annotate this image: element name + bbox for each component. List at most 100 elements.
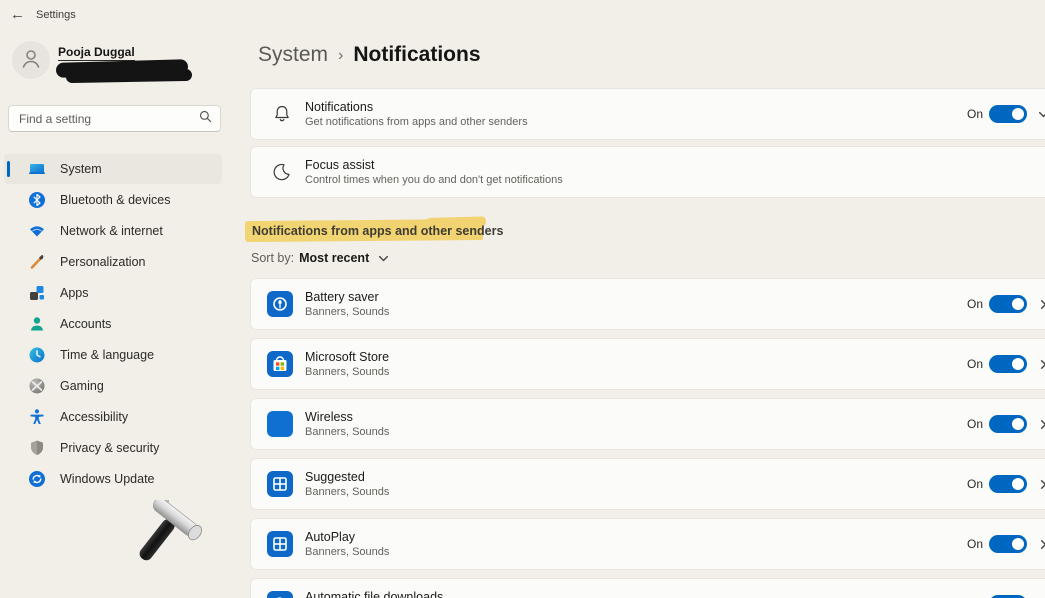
redaction-scribble (56, 59, 192, 84)
setting-subtitle: Control times when you do and don't get … (305, 174, 563, 186)
toggle-state-label: On (960, 107, 983, 121)
app-notification-modes: Banners, Sounds (305, 546, 389, 558)
toggle-switch[interactable] (989, 105, 1027, 123)
accessibility-person-icon (28, 408, 46, 426)
app-name: Wireless (305, 410, 389, 424)
sidebar-item-personalization[interactable]: Personalization (4, 247, 222, 277)
app-name: Automatic file downloads (305, 590, 443, 598)
wifi-icon (28, 222, 46, 240)
sidebar-item-windows-update[interactable]: Windows Update (4, 464, 222, 494)
app-notification-modes: Banners, Sounds (305, 306, 389, 318)
toggle-state-label: On (960, 297, 983, 311)
gamepad-icon (28, 377, 46, 395)
chevron-down-icon[interactable] (377, 252, 390, 265)
focus-assist-setting-row[interactable]: Focus assist Control times when you do a… (250, 146, 1045, 198)
sidebar-item-time-language[interactable]: Time & language (4, 340, 222, 370)
chevron-right-icon[interactable] (1036, 538, 1045, 551)
avatar[interactable] (12, 41, 50, 79)
sort-label: Sort by: (251, 251, 294, 265)
app-name: AutoPlay (305, 530, 389, 544)
cloud-download-app-icon (267, 591, 293, 598)
person-outline-icon (19, 46, 43, 75)
bluetooth-icon (28, 191, 46, 209)
sidebar-item-accounts[interactable]: Accounts (4, 309, 222, 339)
chevron-right-icon[interactable] (1036, 418, 1045, 431)
sidebar-item-label: Personalization (60, 255, 145, 269)
sort-by-dropdown[interactable]: Sort by: Most recent (251, 251, 390, 265)
sidebar-item-gaming[interactable]: Gaming (4, 371, 222, 401)
sidebar-item-label: Privacy & security (60, 441, 159, 455)
sidebar-item-apps[interactable]: Apps (4, 278, 222, 308)
apps-grid-icon (28, 284, 46, 302)
toggle-switch[interactable] (989, 535, 1027, 553)
sidebar-item-accessibility[interactable]: Accessibility (4, 402, 222, 432)
store-app-icon (267, 351, 293, 377)
laptop-icon (28, 160, 46, 178)
sidebar-item-label: Network & internet (60, 224, 163, 238)
chevron-right-icon[interactable] (1036, 358, 1045, 371)
moon-icon (271, 162, 293, 182)
chevron-right-icon[interactable] (1036, 478, 1045, 491)
search-box[interactable] (8, 105, 221, 132)
app-notification-row-suggested[interactable]: Suggested Banners, Sounds On (250, 458, 1045, 510)
person-icon (28, 315, 46, 333)
sidebar-item-privacy-security[interactable]: Privacy & security (4, 433, 222, 463)
brush-icon (28, 253, 46, 271)
app-notification-modes: Banners, Sounds (305, 426, 389, 438)
battery-saver-app-icon (267, 291, 293, 317)
app-notification-row-automatic-file-downloads[interactable]: Automatic file downloads Banners, Sounds… (250, 578, 1045, 598)
sidebar-item-label: Accounts (60, 317, 111, 331)
hammer-sticker (124, 500, 202, 570)
app-name: Suggested (305, 470, 389, 484)
search-icon[interactable] (199, 110, 212, 128)
app-notification-row-battery-saver[interactable]: Battery saver Banners, Sounds On (250, 278, 1045, 330)
sidebar-item-label: Windows Update (60, 472, 155, 486)
sidebar-item-label: Time & language (60, 348, 154, 362)
app-name: Microsoft Store (305, 350, 389, 364)
window-title: Settings (36, 9, 76, 21)
notifications-setting-row[interactable]: Notifications Get notifications from app… (250, 88, 1045, 140)
section-header: Notifications from apps and other sender… (252, 224, 503, 238)
app-notification-modes: Banners, Sounds (305, 366, 389, 378)
app-notification-modes: Banners, Sounds (305, 486, 389, 498)
toggle-state-label: On (960, 537, 983, 551)
update-refresh-icon (28, 470, 46, 488)
sort-value[interactable]: Most recent (299, 251, 369, 265)
sidebar-item-label: Apps (60, 286, 89, 300)
bell-icon (271, 104, 293, 124)
toggle-state-label: On (960, 357, 983, 371)
sidebar-nav: System Bluetooth & devices Network & int… (0, 153, 228, 495)
sidebar-item-label: Bluetooth & devices (60, 193, 171, 207)
chevron-right-icon[interactable] (1036, 298, 1045, 311)
app-name: Battery saver (305, 290, 389, 304)
sidebar-item-bluetooth-devices[interactable]: Bluetooth & devices (4, 185, 222, 215)
window-grid-app-icon (267, 531, 293, 557)
toggle-switch[interactable] (989, 355, 1027, 373)
back-arrow-icon[interactable]: ← (10, 6, 25, 23)
sidebar-item-system[interactable]: System (4, 154, 222, 184)
shield-icon (28, 439, 46, 457)
setting-title: Notifications (305, 100, 528, 114)
breadcrumb-separator: › (338, 45, 343, 65)
toggle-state-label: On (960, 477, 983, 491)
toggle-switch[interactable] (989, 415, 1027, 433)
chevron-down-icon[interactable] (1036, 108, 1045, 121)
toggle-state-label: On (960, 417, 983, 431)
page-title: Notifications (353, 43, 480, 67)
sidebar-item-label: Gaming (60, 379, 104, 393)
toggle-switch[interactable] (989, 295, 1027, 313)
clock-icon (28, 346, 46, 364)
window-grid-app-icon (267, 471, 293, 497)
wireless-app-icon (267, 411, 293, 437)
search-input[interactable] (19, 112, 199, 126)
breadcrumb-parent[interactable]: System (258, 43, 328, 67)
settings-window: ← Settings Pooja Duggal System Bluetooth… (0, 0, 1045, 598)
sidebar-item-label: Accessibility (60, 410, 128, 424)
toggle-switch[interactable] (989, 475, 1027, 493)
setting-title: Focus assist (305, 158, 563, 172)
app-notification-row-wireless[interactable]: Wireless Banners, Sounds On (250, 398, 1045, 450)
app-notification-row-autoplay[interactable]: AutoPlay Banners, Sounds On (250, 518, 1045, 570)
app-notification-row-microsoft-store[interactable]: Microsoft Store Banners, Sounds On (250, 338, 1045, 390)
sidebar-item-network-internet[interactable]: Network & internet (4, 216, 222, 246)
breadcrumb: System › Notifications (258, 43, 481, 67)
